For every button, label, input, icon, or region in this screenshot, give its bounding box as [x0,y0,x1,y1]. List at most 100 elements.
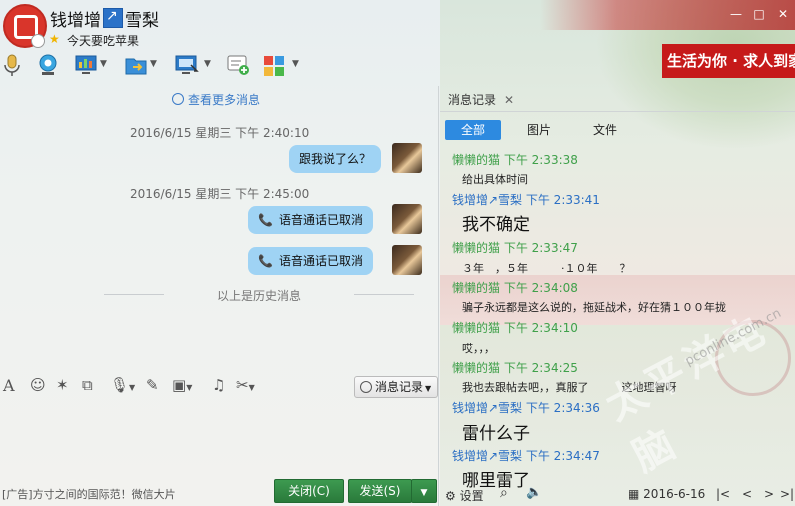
clock-icon [360,381,372,393]
vibrate-icon: ✶ [56,376,69,394]
sound-button[interactable]: 🔈 [526,485,542,500]
view-more-messages-link[interactable]: 查看更多消息 [172,91,260,108]
handwrite-button[interactable]: ✎ [146,376,159,398]
send-options-dropdown[interactable]: ▼ [411,479,437,503]
remote-desktop-button[interactable]: ▼ [174,53,214,81]
filter-all[interactable]: 全部 [445,120,501,140]
ad-text-link[interactable]: [广告]方寸之间的国际范！微信大片 [2,486,176,502]
video-call-button[interactable] [36,53,60,81]
settings-label: 设置 [459,489,484,503]
clock-icon [172,93,184,105]
screenshot-button[interactable]: ✂▼ [236,376,255,398]
tab-message-history[interactable]: 消息记录 ✕ [448,91,514,108]
status-clock-icon [31,34,45,48]
search-icon: ⌕ [500,485,508,501]
music-button[interactable]: ♫ [212,376,225,398]
gear-icon: ⚙ [445,489,456,503]
send-button[interactable]: 发送(S) [348,479,412,503]
history-message: 哎，，， [462,342,495,355]
file-transfer-icon [125,58,147,75]
emoji-button[interactable]: ☺ [30,376,46,398]
filter-files[interactable]: 文件 [577,120,633,140]
chat-header: 钱增增 雪梨 ★ 今天要吃苹果 — □ ✕ 生活为你 · 求人到家 ▼ ▼ ▼ [0,0,795,86]
emoji-icon: ☺ [30,376,46,394]
history-message: 给出具体时间 [462,173,528,186]
close-chat-button[interactable]: 关闭(C) [274,479,344,503]
star-icon: ★ [49,32,60,46]
phone-icon: 📞 [258,254,273,268]
file-transfer-button[interactable]: ▼ [124,53,158,81]
history-sender: 懒懒的猫 下午 2:34:25 [452,361,578,375]
add-app-button[interactable] [226,53,252,81]
close-icon[interactable]: ✕ [504,93,514,107]
message-history-button[interactable]: 消息记录 ▼ [354,376,438,398]
nav-first-button[interactable]: |< [716,487,730,501]
font-icon: A [3,376,15,395]
video-call-icon [39,54,57,75]
voice-message-button[interactable]: 🎙▼ [110,376,135,398]
chevron-down-icon: ▼ [420,488,428,498]
gif-button[interactable]: ⧉ [82,376,93,398]
speaker-icon: 🔈 [526,485,543,500]
call-bubble[interactable]: 📞 语音通话已取消 [248,247,373,275]
call-bubble[interactable]: 📞 语音通话已取消 [248,206,373,234]
gif-icon: ⧉ [82,376,93,394]
message-text: 语音通话已取消 [278,254,363,268]
apps-icon [264,56,284,76]
apps-button[interactable]: ▼ [262,53,302,81]
shortcut-arrow-icon [103,8,123,28]
screen-share-icon [75,55,97,74]
contact-avatar[interactable] [3,4,47,48]
add-app-icon [227,55,249,75]
message-bubble[interactable]: 跟我说了么？ [289,145,382,173]
nav-last-button[interactable]: >| [780,487,794,501]
message-timestamp: 2016/6/15 星期三 下午 2:40:10 [130,126,310,140]
nav-prev-button[interactable]: < [742,487,752,501]
vibrate-button[interactable]: ✶ [56,376,69,398]
voice-call-button[interactable] [2,53,22,81]
nav-next-button[interactable]: > [764,487,774,501]
history-message: 雷什么子 [462,424,530,444]
history-sender: 懒懒的猫 下午 2:33:38 [452,153,578,167]
my-avatar[interactable] [392,204,422,234]
calendar-icon: ▦ [628,487,640,501]
contact-name: 钱增增 [50,11,101,31]
phone-icon: 📞 [258,213,273,227]
history-message: 骗子永远都是这么说的，拖延战术，好在猜１００年拢 [462,301,726,314]
screen-share-button[interactable]: ▼ [74,53,108,81]
maximize-button[interactable]: □ [748,6,770,22]
history-sender: 钱增增↗雪梨 下午 2:34:36 [452,401,600,415]
date-label: 2016-6-16 [643,487,706,501]
contact-alias: 雪梨 [125,11,159,31]
message-text: 语音通话已取消 [278,213,363,227]
contact-title[interactable]: 钱增增 雪梨 [50,6,159,31]
my-avatar[interactable] [392,245,422,275]
message-text: 跟我说了么？ [299,152,372,166]
minimize-button[interactable]: — [725,6,747,22]
date-picker[interactable]: ▦ 2016-6-16 [628,487,705,501]
view-more-label: 查看更多消息 [188,93,261,107]
history-sender: 懒懒的猫 下午 2:34:08 [452,281,578,295]
voice-message-icon: 🎙 [110,376,130,394]
voice-call-icon [4,54,20,76]
screenshot-icon: ✂ [236,376,249,394]
image-button[interactable]: ▣▼ [172,376,192,398]
font-button[interactable]: A [3,376,15,398]
filter-images[interactable]: 图片 [511,120,567,140]
history-sender: 懒懒的猫 下午 2:34:10 [452,321,578,335]
message-timestamp: 2016/6/15 星期三 下午 2:45:00 [130,187,310,201]
close-window-button[interactable]: ✕ [772,6,794,22]
music-icon: ♫ [212,376,226,394]
history-message: 我不确定 [462,215,530,235]
tab-divider [440,111,795,112]
history-divider: 以上是历史消息 [104,287,414,303]
history-sender: 懒懒的猫 下午 2:33:47 [452,241,578,255]
image-icon: ▣ [172,376,187,394]
my-avatar[interactable] [392,143,422,173]
history-sender: 钱增增↗雪梨 下午 2:34:47 [452,449,600,463]
remote-desktop-icon [175,55,199,74]
history-button-label: 消息记录 [375,380,424,394]
ad-banner[interactable]: 生活为你 · 求人到家 [662,44,795,78]
settings-button[interactable]: ⚙ 设置 [445,487,484,504]
search-button[interactable]: ⌕ [500,485,508,501]
